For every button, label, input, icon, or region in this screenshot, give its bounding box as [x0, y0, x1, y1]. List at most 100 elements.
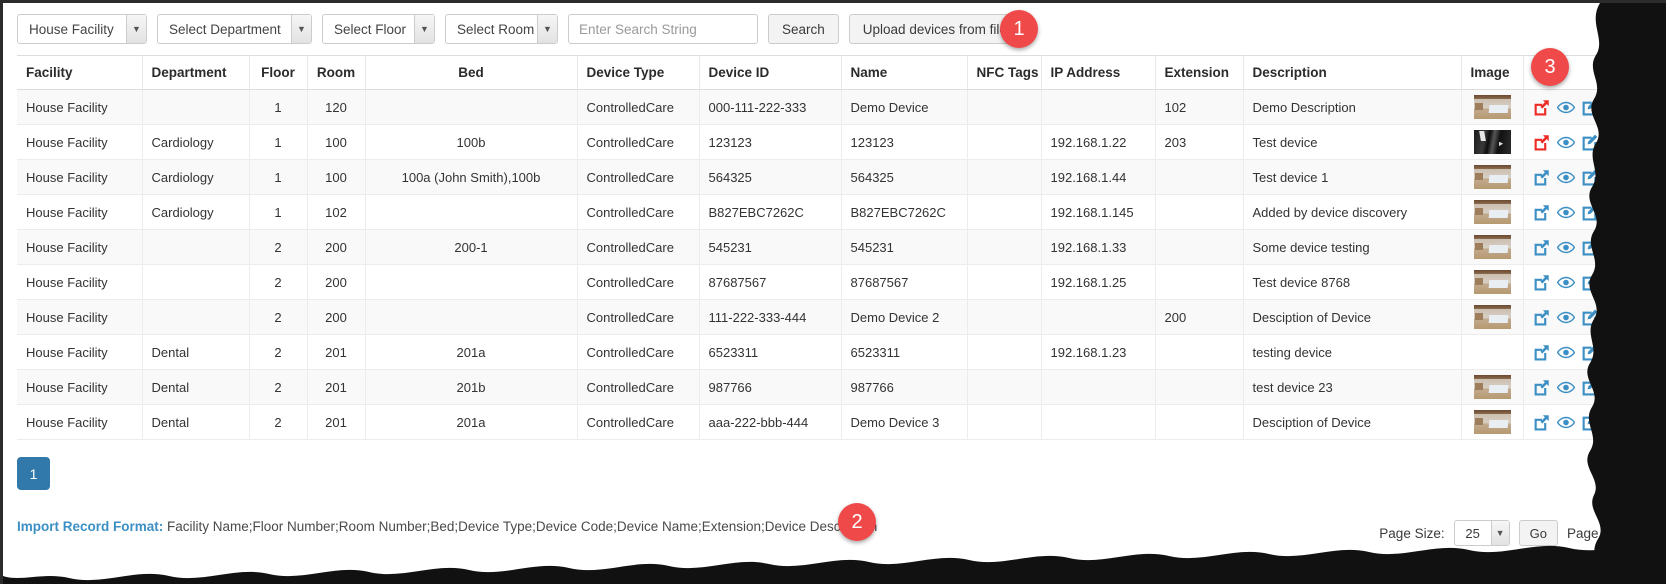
col-name[interactable]: Name	[841, 55, 968, 90]
device-image-thumbnail[interactable]	[1473, 130, 1511, 154]
page-size-select[interactable]: 25 ▼	[1453, 520, 1510, 546]
external-link-icon[interactable]	[1533, 169, 1550, 186]
eye-icon[interactable]	[1556, 134, 1575, 151]
trash-icon[interactable]	[1605, 204, 1622, 221]
col-floor[interactable]: Floor	[249, 55, 308, 90]
table-row[interactable]: House Facility Dental 2 201 201a ControlledCa…	[17, 404, 1657, 440]
cell-bed: 201b	[365, 369, 578, 405]
table-row[interactable]: House Facility Cardiology 1 100 100a (John S…	[17, 159, 1657, 195]
trash-icon[interactable]	[1605, 169, 1622, 186]
edit-icon[interactable]	[1581, 309, 1598, 326]
search-input[interactable]	[568, 14, 758, 44]
device-image-thumbnail[interactable]	[1473, 270, 1511, 294]
col-extension[interactable]: Extension	[1155, 55, 1244, 90]
cell-ip-address: 192.168.1.44	[1041, 159, 1156, 195]
device-image-thumbnail[interactable]	[1473, 95, 1511, 119]
edit-icon[interactable]	[1581, 134, 1598, 151]
cell-facility: House Facility	[17, 89, 143, 125]
edit-icon[interactable]	[1581, 239, 1598, 256]
col-device-type[interactable]: Device Type	[577, 55, 700, 90]
room-select[interactable]: Select Room ▼	[445, 14, 558, 44]
eye-icon[interactable]	[1556, 274, 1575, 291]
upload-devices-button[interactable]: Upload devices from file	[848, 14, 1021, 44]
cell-image	[1461, 194, 1524, 230]
chevron-down-icon[interactable]: ▼	[291, 15, 311, 43]
trash-icon[interactable]	[1605, 414, 1622, 431]
cell-description: Desciption of Device	[1243, 404, 1462, 440]
cell-floor: 1	[249, 124, 308, 160]
col-ip-address[interactable]: IP Address	[1041, 55, 1156, 90]
pagination-page-1[interactable]: 1	[17, 457, 50, 490]
eye-icon[interactable]	[1556, 309, 1575, 326]
edit-icon[interactable]	[1581, 274, 1598, 291]
trash-icon[interactable]	[1605, 274, 1622, 291]
cell-description: Test device 8768	[1243, 264, 1462, 300]
eye-icon[interactable]	[1556, 379, 1575, 396]
trash-icon[interactable]	[1605, 344, 1622, 361]
search-button[interactable]: Search	[768, 14, 839, 44]
external-link-icon[interactable]	[1533, 134, 1550, 151]
department-select[interactable]: Select Department ▼	[157, 14, 312, 44]
table-row[interactable]: House Facility Dental 2 201 201b ControlledCa…	[17, 369, 1657, 405]
col-bed[interactable]: Bed	[365, 55, 578, 90]
device-image-thumbnail[interactable]	[1473, 235, 1511, 259]
chevron-down-icon[interactable]: ▼	[537, 15, 557, 43]
eye-icon[interactable]	[1556, 169, 1575, 186]
edit-icon[interactable]	[1581, 99, 1598, 116]
table-row[interactable]: House Facility 2 200 200-1 ControlledCare 545…	[17, 229, 1657, 265]
floor-select[interactable]: Select Floor ▼	[322, 14, 435, 44]
edit-icon[interactable]	[1581, 204, 1598, 221]
eye-icon[interactable]	[1556, 99, 1575, 116]
external-link-icon[interactable]	[1533, 379, 1550, 396]
edit-icon[interactable]	[1581, 169, 1598, 186]
cell-ip-address	[1041, 299, 1156, 335]
cell-description: Desciption of Device	[1243, 299, 1462, 335]
trash-icon[interactable]	[1605, 134, 1622, 151]
trash-icon[interactable]	[1605, 239, 1622, 256]
col-description[interactable]: Description	[1243, 55, 1462, 90]
col-nfc-tags[interactable]: NFC Tags	[967, 55, 1042, 90]
chevron-down-icon[interactable]: ▼	[126, 15, 146, 43]
device-image-thumbnail[interactable]	[1473, 375, 1511, 399]
device-image-thumbnail[interactable]	[1473, 165, 1511, 189]
device-image-thumbnail[interactable]	[1473, 410, 1511, 434]
facility-select[interactable]: House Facility ▼	[17, 14, 147, 44]
table-row[interactable]: House Facility Cardiology 1 102 ControlledCa…	[17, 194, 1657, 230]
table-row[interactable]: House Facility Cardiology 1 100 100b Controll…	[17, 124, 1657, 160]
edit-icon[interactable]	[1581, 344, 1598, 361]
eye-icon[interactable]	[1556, 414, 1575, 431]
external-link-icon[interactable]	[1533, 344, 1550, 361]
col-image[interactable]: Image	[1461, 55, 1524, 90]
external-link-icon[interactable]	[1533, 414, 1550, 431]
cell-name: 6523311	[841, 334, 968, 370]
trash-icon[interactable]	[1605, 309, 1622, 326]
edit-icon[interactable]	[1581, 379, 1598, 396]
table-row[interactable]: House Facility Dental 2 201 201a ControlledCa…	[17, 334, 1657, 370]
device-image-thumbnail[interactable]	[1473, 200, 1511, 224]
col-room[interactable]: Room	[307, 55, 366, 90]
cell-device-id: 6523311	[699, 334, 842, 370]
cell-ip-address: 192.168.1.33	[1041, 229, 1156, 265]
cell-device-type: ControlledCare	[577, 264, 700, 300]
chevron-down-icon[interactable]: ▼	[414, 15, 434, 43]
device-image-thumbnail[interactable]	[1473, 305, 1511, 329]
table-row[interactable]: House Facility 2 200 ControlledCare 111-222-…	[17, 299, 1657, 335]
go-button[interactable]: Go	[1518, 520, 1558, 546]
col-department[interactable]: Department	[142, 55, 250, 90]
eye-icon[interactable]	[1556, 344, 1575, 361]
external-link-icon[interactable]	[1533, 274, 1550, 291]
col-device-id[interactable]: Device ID	[699, 55, 842, 90]
eye-icon[interactable]	[1556, 239, 1575, 256]
external-link-icon[interactable]	[1533, 204, 1550, 221]
trash-icon[interactable]	[1605, 99, 1622, 116]
external-link-icon[interactable]	[1533, 99, 1550, 116]
trash-icon[interactable]	[1605, 379, 1622, 396]
table-row[interactable]: House Facility 1 120 ControlledCare 000-111-…	[17, 89, 1657, 125]
col-facility[interactable]: Facility	[17, 55, 143, 90]
external-link-icon[interactable]	[1533, 239, 1550, 256]
chevron-down-icon[interactable]: ▼	[1490, 521, 1509, 545]
table-row[interactable]: House Facility 2 200 ControlledCare 87687567…	[17, 264, 1657, 300]
external-link-icon[interactable]	[1533, 309, 1550, 326]
eye-icon[interactable]	[1556, 204, 1575, 221]
edit-icon[interactable]	[1581, 414, 1598, 431]
